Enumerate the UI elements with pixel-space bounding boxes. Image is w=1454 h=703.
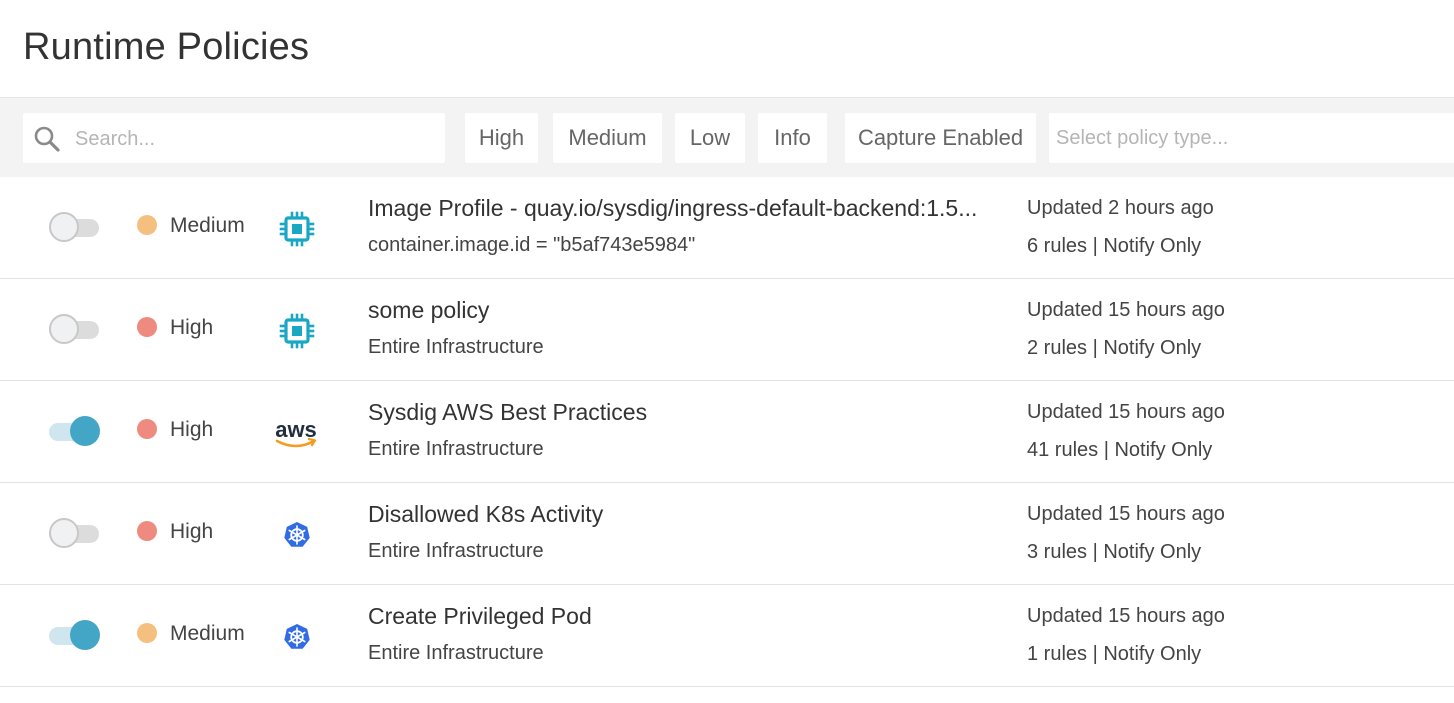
policy-enabled-toggle-on[interactable] bbox=[49, 619, 101, 653]
severity-label: High bbox=[170, 520, 214, 543]
policy-name[interactable]: some policy bbox=[368, 297, 1008, 324]
policy-updated: Updated 15 hours ago bbox=[1027, 605, 1225, 627]
policy-row[interactable]: Medium Image Profile - quay.io/sysdig/in… bbox=[0, 177, 1454, 279]
policy-rules: 6 rules | Notify Only bbox=[1027, 235, 1202, 257]
severity-dot-icon bbox=[137, 521, 157, 541]
policy-scope: Entire Infrastructure bbox=[368, 336, 544, 358]
policy-rules: 2 rules | Notify Only bbox=[1027, 337, 1202, 359]
policy-name[interactable]: Image Profile - quay.io/sysdig/ingress-d… bbox=[368, 195, 1008, 222]
policy-row[interactable]: High aws Sysdig AWS Best Practices Entir… bbox=[0, 381, 1454, 483]
search-input[interactable] bbox=[73, 113, 437, 165]
policy-name[interactable]: Sysdig AWS Best Practices bbox=[368, 399, 1008, 426]
kubernetes-icon bbox=[277, 515, 317, 555]
severity-dot-icon bbox=[137, 215, 157, 235]
policy-scope: container.image.id = "b5af743e5984" bbox=[368, 234, 696, 256]
policy-enabled-toggle-off[interactable] bbox=[49, 211, 101, 245]
policy-row[interactable]: High some policy Entire Infrastructure U… bbox=[0, 279, 1454, 381]
severity-dot-icon bbox=[137, 419, 157, 439]
search-icon bbox=[34, 126, 60, 152]
filter-info-button[interactable]: Info bbox=[758, 113, 827, 163]
page-header: Runtime Policies bbox=[0, 0, 1454, 98]
filter-medium-button[interactable]: Medium bbox=[553, 113, 662, 163]
policy-enabled-toggle-off[interactable] bbox=[49, 313, 101, 347]
search-box[interactable] bbox=[23, 113, 445, 165]
severity-label: Medium bbox=[170, 214, 245, 237]
policy-scope: Entire Infrastructure bbox=[368, 642, 544, 664]
filter-bar: High Medium Low Info Capture Enabled Sel… bbox=[0, 98, 1454, 177]
policy-list: Medium Image Profile - quay.io/sysdig/in… bbox=[0, 177, 1454, 687]
filter-low-button[interactable]: Low bbox=[675, 113, 745, 163]
severity-label: High bbox=[170, 316, 214, 339]
policy-updated: Updated 15 hours ago bbox=[1027, 503, 1225, 525]
filter-high-button[interactable]: High bbox=[465, 113, 538, 163]
policy-name[interactable]: Disallowed K8s Activity bbox=[368, 501, 1008, 528]
policy-updated: Updated 15 hours ago bbox=[1027, 299, 1225, 321]
policy-type-select[interactable]: Select policy type... bbox=[1049, 113, 1454, 163]
policy-rules: 1 rules | Notify Only bbox=[1027, 643, 1202, 665]
aws-icon: aws bbox=[275, 413, 317, 453]
container-chip-icon bbox=[277, 209, 317, 249]
toggle-knob bbox=[70, 620, 100, 650]
policy-updated: Updated 2 hours ago bbox=[1027, 197, 1214, 219]
toggle-knob bbox=[70, 416, 100, 446]
policy-scope: Entire Infrastructure bbox=[368, 540, 544, 562]
policy-enabled-toggle-off[interactable] bbox=[49, 517, 101, 551]
policy-rules: 41 rules | Notify Only bbox=[1027, 439, 1213, 461]
toggle-knob bbox=[49, 518, 79, 548]
policy-row[interactable]: High Disallowed K8s Activity Entire Infr… bbox=[0, 483, 1454, 585]
policy-scope: Entire Infrastructure bbox=[368, 438, 544, 460]
policy-updated: Updated 15 hours ago bbox=[1027, 401, 1225, 423]
container-chip-icon bbox=[277, 311, 317, 351]
kubernetes-icon bbox=[277, 617, 317, 657]
severity-dot-icon bbox=[137, 623, 157, 643]
severity-label: High bbox=[170, 418, 214, 441]
policy-rules: 3 rules | Notify Only bbox=[1027, 541, 1202, 563]
severity-dot-icon bbox=[137, 317, 157, 337]
filter-capture-enabled-button[interactable]: Capture Enabled bbox=[845, 113, 1036, 163]
page-title: Runtime Policies bbox=[23, 26, 310, 68]
severity-label: Medium bbox=[170, 622, 245, 645]
policy-name[interactable]: Create Privileged Pod bbox=[368, 603, 1008, 630]
toggle-knob bbox=[49, 314, 79, 344]
policy-enabled-toggle-on[interactable] bbox=[49, 415, 101, 449]
policy-row[interactable]: Medium Create Privileged Pod Entire Infr… bbox=[0, 585, 1454, 687]
toggle-knob bbox=[49, 212, 79, 242]
